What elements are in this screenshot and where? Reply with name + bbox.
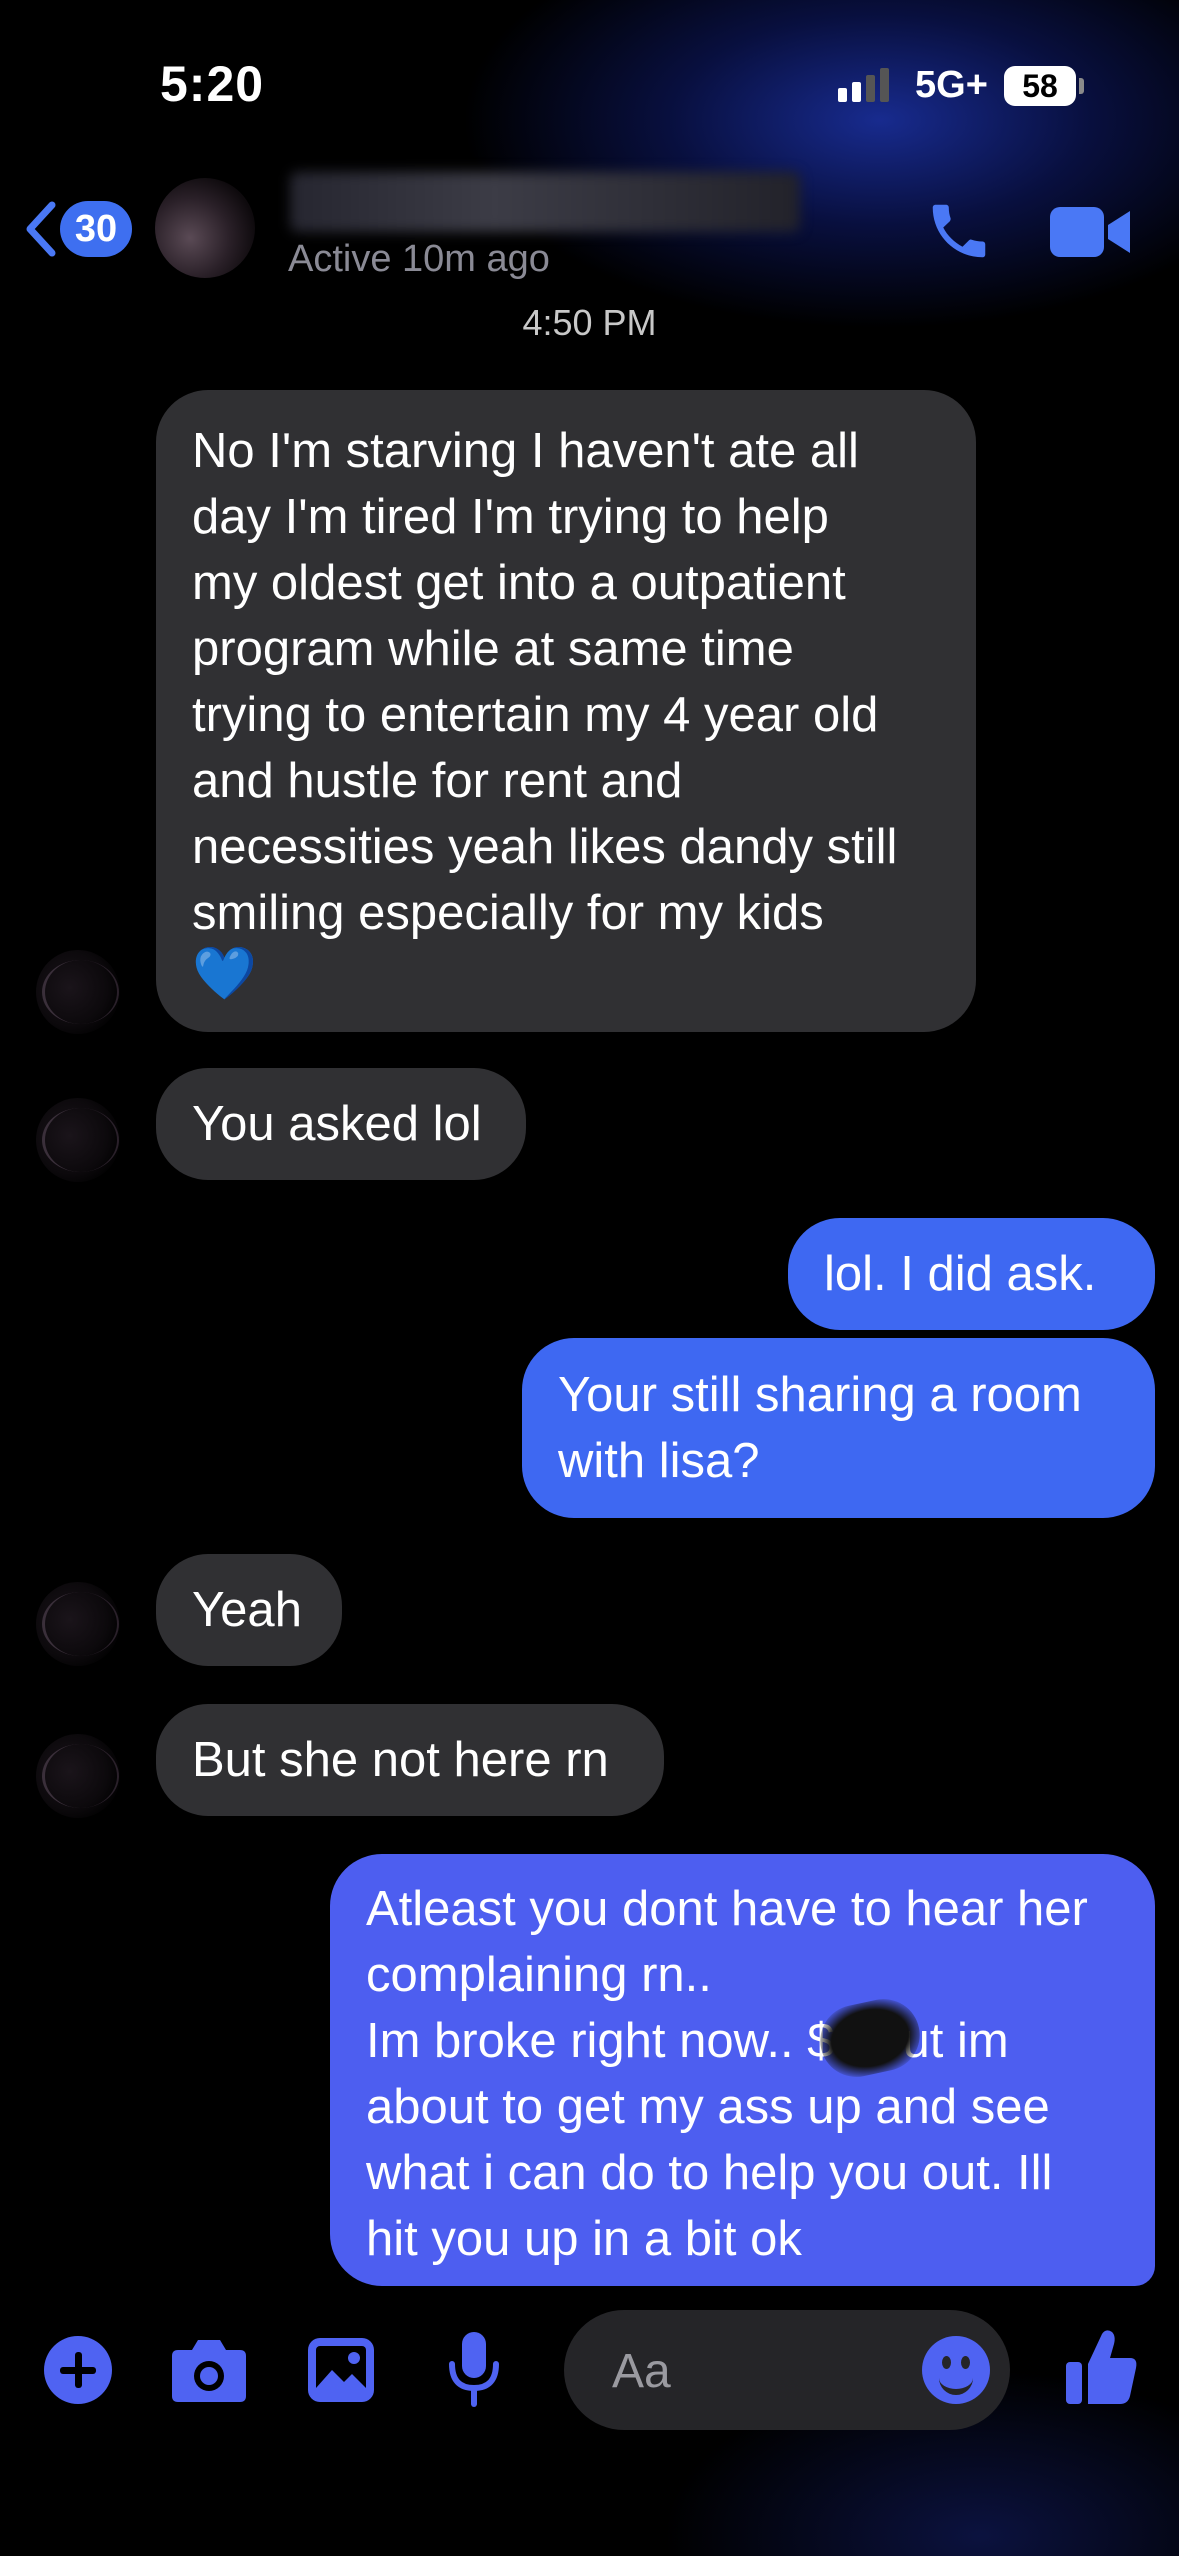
sender-avatar[interactable] [36,950,120,1034]
message-bubble-sent[interactable]: lol. I did ask. [788,1218,1155,1330]
sender-avatar[interactable] [36,1098,120,1182]
battery-tip [1079,78,1084,94]
unread-count-badge: 30 [60,201,132,257]
sender-avatar[interactable] [36,1734,120,1818]
message-bubble-sent[interactable]: Your still sharing a room with lisa? [522,1338,1155,1518]
message-bubble-received[interactable]: No I'm starving I haven't ate all day I'… [156,390,976,1032]
message-bubble-received[interactable]: You asked lol [156,1068,526,1180]
message-text: But she not here rn [192,1733,609,1787]
plus-icon[interactable] [44,2336,112,2404]
message-text: No I'm starving I haven't ate all day I'… [192,424,898,940]
back-chevron-icon [26,201,56,257]
thumbs-up-icon[interactable] [1064,2326,1140,2406]
network-type: 5G+ [915,64,988,106]
message-bubble-received[interactable]: But she not here rn [156,1704,664,1816]
sender-avatar[interactable] [36,1582,120,1666]
video-camera-icon[interactable] [1050,205,1132,259]
header-background-glow [0,0,1179,330]
message-text: Atleast you dont have to hear her compla… [366,1882,1088,2266]
contact-name-redacted[interactable] [290,172,800,232]
microphone-icon[interactable] [444,2330,504,2410]
back-button[interactable]: 30 [22,198,132,260]
message-bubble-received[interactable]: Yeah [156,1554,342,1666]
message-text: You asked lol [192,1097,482,1151]
camera-icon[interactable] [170,2336,248,2404]
message-input[interactable] [610,2340,914,2402]
message-text: lol. I did ask. [824,1247,1097,1301]
battery-icon: 58 [1004,66,1076,106]
blue-heart-emoji: 💙 [192,945,257,1003]
message-bubble-sent[interactable]: Atleast you dont have to hear her compla… [330,1854,1155,2286]
status-time: 5:20 [160,56,265,112]
phone-icon[interactable] [924,196,994,266]
message-text: Your still sharing a room with lisa? [558,1368,1082,1488]
active-status: Active 10m ago [288,238,550,280]
cellular-signal-icon [838,68,889,102]
contact-avatar[interactable] [155,178,255,278]
gallery-icon[interactable] [306,2336,376,2404]
message-text: Yeah [192,1583,302,1637]
message-timestamp: 4:50 PM [522,302,657,343]
emoji-icon[interactable] [922,2336,990,2404]
